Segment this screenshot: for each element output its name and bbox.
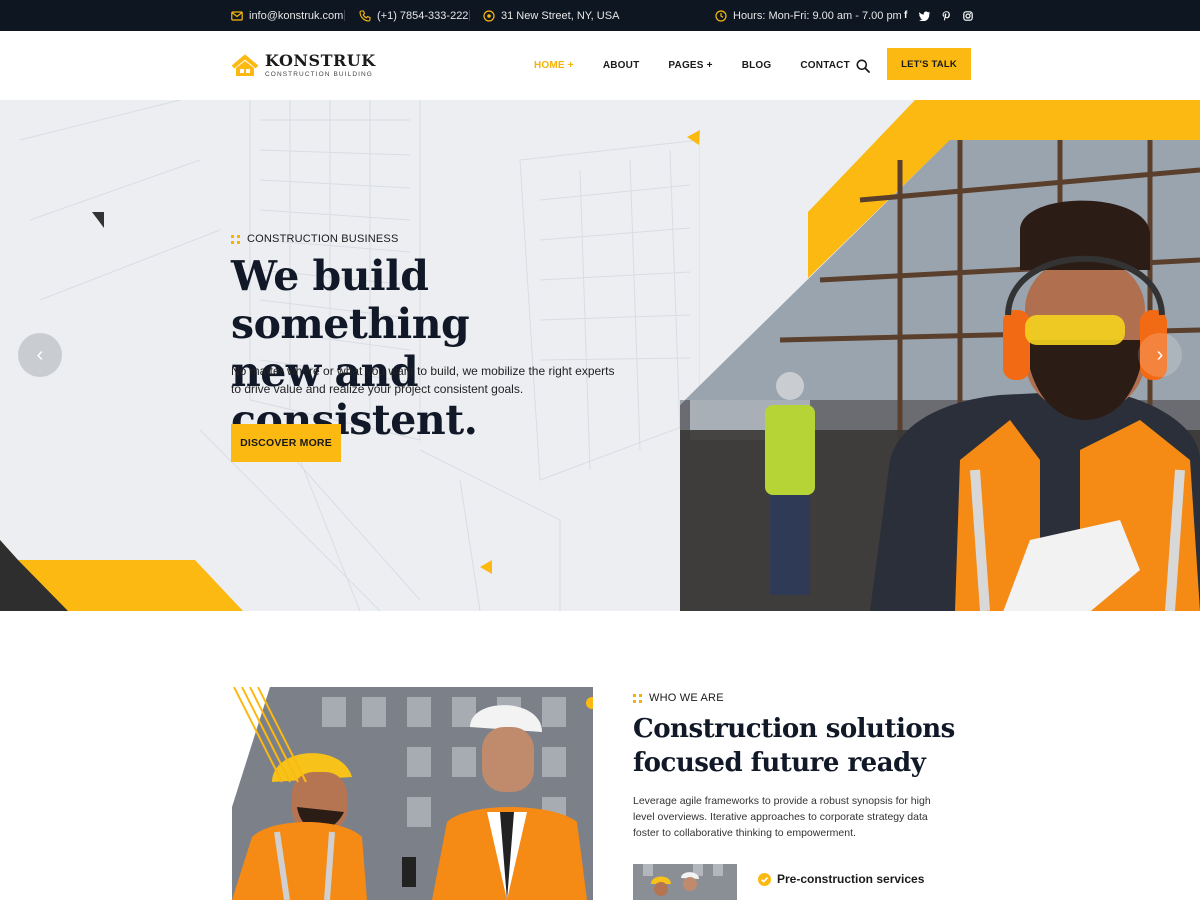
logo-tagline: CONSTRUCTION BUILDING [265, 71, 373, 78]
clock-icon [715, 9, 727, 22]
twitter-icon[interactable] [919, 11, 931, 21]
hero-description: No matter where or what you want to buil… [231, 364, 615, 396]
nav-contact[interactable]: CONTACT [800, 60, 850, 71]
pinterest-icon[interactable] [942, 10, 951, 21]
chevron-right-icon: › [1156, 343, 1164, 366]
instagram-icon[interactable] [963, 10, 974, 21]
nav-blog[interactable]: BLOG [742, 60, 772, 71]
about-description: Leverage agile frameworks to provide a r… [633, 795, 931, 839]
nav-about[interactable]: ABOUT [603, 60, 640, 71]
discover-more-button[interactable]: DISCOVER MORE [231, 424, 341, 462]
opening-hours: Hours: Mon-Fri: 9.00 am - 7.00 pm [715, 0, 902, 31]
hours-text: Hours: Mon-Fri: 9.00 am - 7.00 pm [733, 9, 902, 22]
facebook-icon[interactable]: f [904, 10, 907, 21]
mail-icon [231, 10, 243, 21]
hero-title: We build something new and consistent. [231, 252, 671, 444]
main-nav: HOME + ABOUT PAGES + BLOG CONTACT [534, 31, 879, 100]
location-icon [483, 9, 495, 22]
feature-item: Pre-construction services [758, 872, 924, 886]
check-circle-icon [758, 872, 771, 886]
worker-photo [680, 140, 1200, 611]
hero-eyebrow: CONSTRUCTION BUSINESS [231, 233, 399, 245]
lets-talk-button[interactable]: LET'S TALK [887, 48, 971, 80]
hero-title-line-1: We build something [231, 252, 470, 348]
site-header: KONSTRUK CONSTRUCTION BUILDING HOME + AB… [0, 31, 1200, 100]
site-logo[interactable]: KONSTRUK CONSTRUCTION BUILDING [231, 53, 376, 78]
nav-pages[interactable]: PAGES + [668, 60, 712, 71]
nav-home[interactable]: HOME + [534, 60, 574, 71]
phone-contact[interactable]: (+1) 7854-333-222 [359, 0, 468, 31]
about-eyebrow: WHO WE ARE [633, 692, 724, 704]
search-icon[interactable] [856, 59, 870, 73]
about-title: Construction solutions focused future re… [633, 714, 955, 778]
triangle-decoration [480, 560, 492, 574]
slider-next-button[interactable]: › [1138, 333, 1182, 377]
hero-eyebrow-text: CONSTRUCTION BUSINESS [247, 233, 399, 245]
services-thumbnail [633, 864, 737, 900]
email-text: info@konstruk.com [249, 9, 344, 22]
dots-icon [633, 693, 642, 703]
triangle-decoration [687, 130, 700, 145]
house-logo-icon [231, 53, 259, 76]
divider [469, 10, 470, 21]
logo-name: KONSTRUK [265, 51, 376, 70]
email-contact[interactable]: info@konstruk.com [231, 0, 343, 31]
phone-icon [359, 9, 371, 22]
top-bar: info@konstruk.com (+1) 7854-333-222 31 N… [0, 0, 1200, 31]
triangle-decoration [92, 212, 104, 228]
chevron-left-icon: ‹ [36, 343, 44, 366]
slider-prev-button[interactable]: ‹ [18, 333, 62, 377]
feature-label: Pre-construction services [777, 872, 925, 886]
address-contact[interactable]: 31 New Street, NY, USA [483, 0, 619, 31]
about-image [232, 687, 593, 900]
divider [344, 10, 345, 21]
social-links: f [904, 0, 974, 31]
phone-text: (+1) 7854-333-222 [377, 9, 469, 22]
hero-slider: ‹ › CONSTRUCTION BUSINESS We build somet… [0, 100, 1200, 611]
dots-icon [231, 234, 240, 244]
address-text: 31 New Street, NY, USA [501, 9, 620, 22]
about-eyebrow-text: WHO WE ARE [649, 692, 724, 704]
